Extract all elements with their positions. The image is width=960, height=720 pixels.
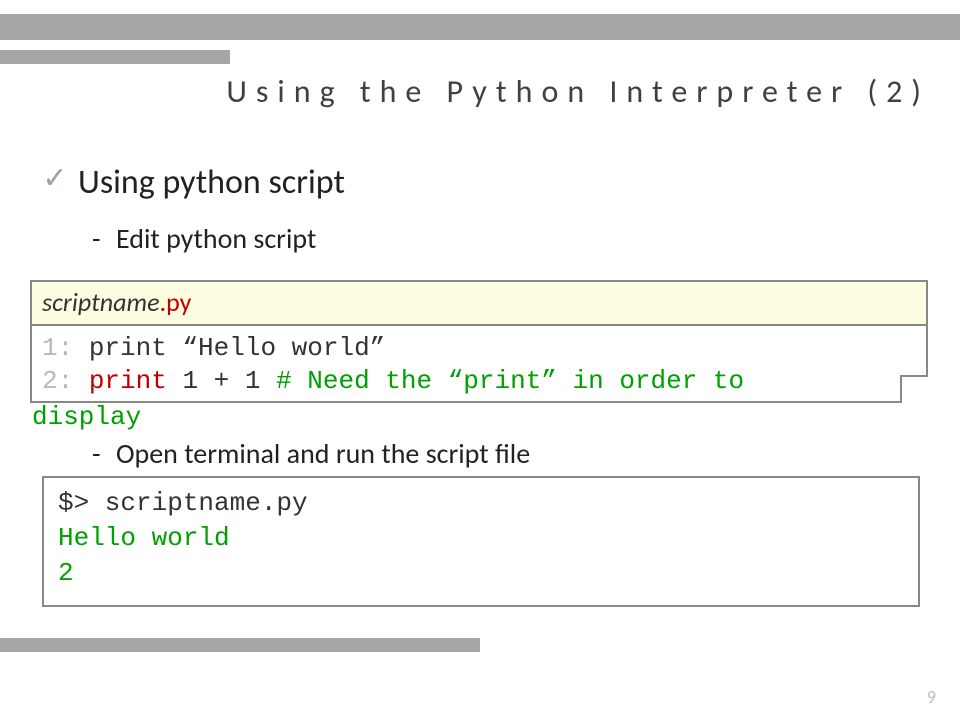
decor-bar-top-wide — [0, 14, 960, 40]
script-filename-ext: .py — [160, 286, 192, 318]
sub-bullet-1: - Edit python script — [92, 221, 930, 256]
script-filename-bar: scriptname.py — [32, 282, 926, 326]
line-number: 1: — [42, 333, 73, 363]
dash-icon: - — [92, 221, 106, 256]
sub-bullet-1-label: Edit python script — [116, 221, 316, 256]
script-filename-stem: scriptname — [42, 286, 160, 318]
script-code: 1: print “Hello world” 2: print 1 + 1 # … — [32, 326, 926, 401]
script-file-box: scriptname.py 1: print “Hello world” 2: … — [30, 280, 928, 403]
code-text: print “Hello world” — [73, 333, 385, 363]
code-line-1: 1: print “Hello world” — [42, 332, 916, 365]
terminal-output-1: Hello world — [58, 521, 904, 556]
page-number: 9 — [927, 686, 936, 708]
line-number: 2: — [42, 366, 73, 396]
sub-bullet-2: - Open terminal and run the script file — [92, 436, 530, 471]
terminal-command: $> scriptname.py — [58, 486, 904, 521]
slide-title: Using the Python Interpreter (2) — [226, 72, 930, 111]
terminal-box: $> scriptname.py Hello world 2 — [42, 476, 920, 607]
main-bullet-list: ✓ Using python script - Edit python scri… — [40, 162, 930, 266]
code-text: 1 + 1 — [167, 366, 276, 396]
dogear-icon — [900, 375, 928, 403]
code-keyword: print — [73, 366, 167, 396]
terminal-output-2: 2 — [58, 556, 904, 591]
decor-bar-bottom — [0, 638, 480, 652]
terminal-content: $> scriptname.py Hello world 2 — [44, 478, 918, 599]
bullet-item: ✓ Using python script — [40, 162, 930, 203]
code-wrapped-line: display — [32, 402, 141, 432]
checkmark-icon: ✓ — [40, 165, 70, 193]
code-line-2: 2: print 1 + 1 # Need the “print” in ord… — [42, 365, 916, 398]
code-comment-wrap: display — [32, 402, 141, 432]
bullet-label: Using python script — [78, 162, 345, 203]
decor-bar-top-short — [0, 50, 230, 64]
dash-icon: - — [92, 436, 106, 471]
code-comment: # Need the “print” in order to — [276, 366, 744, 396]
sub-bullet-2-label: Open terminal and run the script file — [116, 436, 530, 471]
